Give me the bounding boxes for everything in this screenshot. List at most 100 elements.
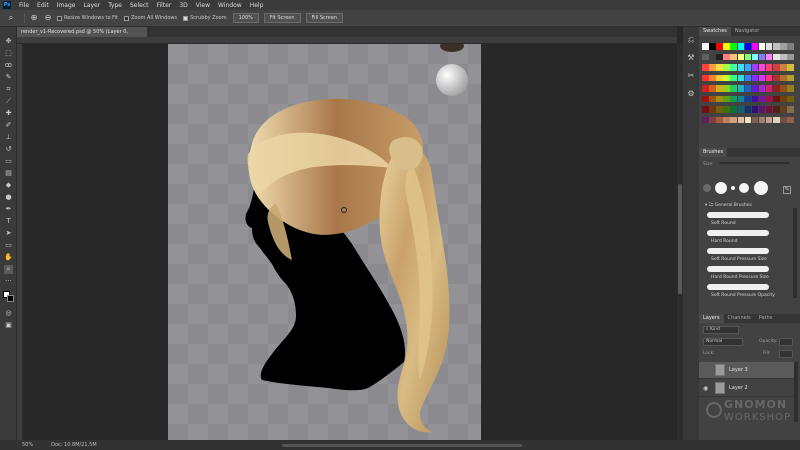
menu-layer[interactable]: Layer	[79, 2, 104, 9]
color-swatch[interactable]	[780, 64, 787, 71]
opacity-field[interactable]	[779, 338, 793, 346]
color-swatch[interactable]	[780, 43, 787, 50]
color-swatch[interactable]	[758, 43, 766, 50]
canvas[interactable]	[168, 44, 481, 440]
color-swatch[interactable]	[787, 53, 794, 60]
color-swatch[interactable]	[730, 106, 737, 113]
color-swatch[interactable]	[702, 116, 709, 123]
color-swatch[interactable]	[787, 95, 794, 102]
color-swatch[interactable]	[765, 53, 773, 60]
tools-presets-icon[interactable]: ⚒	[686, 53, 696, 63]
color-swatch[interactable]	[751, 116, 759, 123]
color-swatch[interactable]	[730, 95, 737, 102]
menu-filter[interactable]: Filter	[153, 2, 176, 9]
color-swatch[interactable]	[723, 106, 730, 113]
menu-3d[interactable]: 3D	[175, 2, 191, 9]
color-swatch[interactable]	[730, 74, 737, 81]
color-swatch[interactable]	[780, 106, 787, 113]
color-swatch[interactable]	[744, 53, 752, 60]
crop-tool-icon[interactable]: ⌗	[4, 85, 13, 94]
brush-settings-icon[interactable]: ✂	[686, 71, 696, 81]
color-swatch[interactable]	[765, 95, 773, 102]
color-swatch[interactable]	[702, 95, 709, 102]
color-swatch[interactable]	[716, 74, 723, 81]
color-swatch[interactable]	[723, 64, 730, 71]
pen-tool-icon[interactable]: ✒	[4, 205, 13, 214]
color-swatch[interactable]	[744, 64, 752, 71]
document-tab[interactable]: render_v1-Recovered.psd @ 50% (Layer 0, …	[17, 27, 147, 45]
color-swatch[interactable]	[758, 64, 766, 71]
brush-preset-tip[interactable]	[754, 181, 768, 195]
color-swatch[interactable]	[744, 85, 752, 92]
color-swatch[interactable]	[737, 43, 744, 50]
tab-swatches[interactable]: Swatches	[699, 27, 731, 36]
color-swatch[interactable]	[709, 43, 716, 50]
color-swatch[interactable]	[702, 43, 709, 50]
menu-image[interactable]: Image	[53, 2, 80, 9]
color-swatch[interactable]	[751, 95, 759, 102]
color-swatch[interactable]	[758, 106, 766, 113]
color-swatch[interactable]	[709, 95, 716, 102]
new-brush-icon[interactable]: ✎	[783, 186, 791, 194]
color-swatch[interactable]	[773, 64, 780, 71]
color-swatch[interactable]	[709, 85, 716, 92]
color-swatch[interactable]	[730, 64, 737, 71]
blur-tool-icon[interactable]: ◆	[4, 181, 13, 190]
tab-channels[interactable]: Channels	[724, 314, 755, 323]
move-tool-icon[interactable]: ✥	[4, 37, 13, 46]
menu-file[interactable]: File	[15, 2, 33, 9]
color-swatch[interactable]	[765, 116, 773, 123]
color-swatch[interactable]	[751, 53, 759, 60]
color-swatch[interactable]	[787, 106, 794, 113]
healing-brush-tool-icon[interactable]: ✚	[4, 109, 13, 118]
color-swatch[interactable]	[723, 116, 730, 123]
horizontal-ruler[interactable]	[17, 37, 677, 44]
color-swatch[interactable]	[737, 64, 744, 71]
color-swatch[interactable]	[751, 64, 759, 71]
color-swatch[interactable]	[730, 53, 737, 60]
brush-preset-tip[interactable]	[703, 184, 711, 192]
brush-preset-tip[interactable]	[739, 183, 749, 193]
color-swatch[interactable]	[780, 95, 787, 102]
history-brush-tool-icon[interactable]: ↺	[4, 145, 13, 154]
brush-name[interactable]: Soft Round Pressure Size	[711, 257, 767, 262]
menu-type[interactable]: Type	[104, 2, 126, 9]
color-swatch[interactable]	[751, 74, 759, 81]
zoom-in-icon[interactable]: ⊕	[29, 13, 39, 23]
layer-filter-kind[interactable]: ⌕ Kind	[703, 326, 739, 334]
brush-preset-tip[interactable]	[731, 186, 735, 190]
color-swatch[interactable]	[744, 74, 752, 81]
color-swatch[interactable]	[737, 85, 744, 92]
color-swatch[interactable]	[765, 74, 773, 81]
color-swatch[interactable]	[709, 53, 716, 60]
brush-size-slider[interactable]	[719, 162, 789, 164]
color-swatch[interactable]	[758, 116, 766, 123]
marquee-tool-icon[interactable]: ⬚	[4, 49, 13, 58]
color-swatch[interactable]	[723, 53, 730, 60]
gradient-tool-icon[interactable]: ▤	[4, 169, 13, 178]
brush-group-folder[interactable]: ▾ 🗀 General Brushes	[705, 201, 752, 209]
tab-brushes[interactable]: Brushes	[699, 148, 728, 157]
path-select-tool-icon[interactable]: ➤	[4, 229, 13, 238]
color-swatch[interactable]	[773, 43, 780, 50]
color-swatch[interactable]	[787, 116, 794, 123]
menu-view[interactable]: View	[192, 2, 214, 9]
color-swatch[interactable]	[723, 43, 730, 50]
color-swatch[interactable]	[730, 43, 737, 50]
brush-name[interactable]: Hard Round	[711, 239, 737, 244]
color-swatch[interactable]	[773, 116, 780, 123]
document-size[interactable]: Doc: 10.8M/21.5M	[51, 442, 97, 448]
layer-row[interactable]: Layer 3	[699, 362, 794, 379]
color-swatch[interactable]	[751, 106, 759, 113]
color-swatch[interactable]	[765, 43, 773, 50]
color-swatch[interactable]	[709, 106, 716, 113]
fill-field[interactable]	[779, 350, 793, 358]
menu-select[interactable]: Select	[126, 2, 153, 9]
screen-mode-icon[interactable]: ▣	[4, 321, 13, 330]
scrollbar-thumb[interactable]	[678, 184, 682, 294]
color-swatch[interactable]	[787, 85, 794, 92]
eraser-tool-icon[interactable]: ▭	[4, 157, 13, 166]
zoom-tool-icon[interactable]: ⌕	[6, 13, 16, 23]
horizontal-scrollbar-thumb[interactable]	[282, 444, 522, 447]
color-swatch[interactable]	[780, 85, 787, 92]
